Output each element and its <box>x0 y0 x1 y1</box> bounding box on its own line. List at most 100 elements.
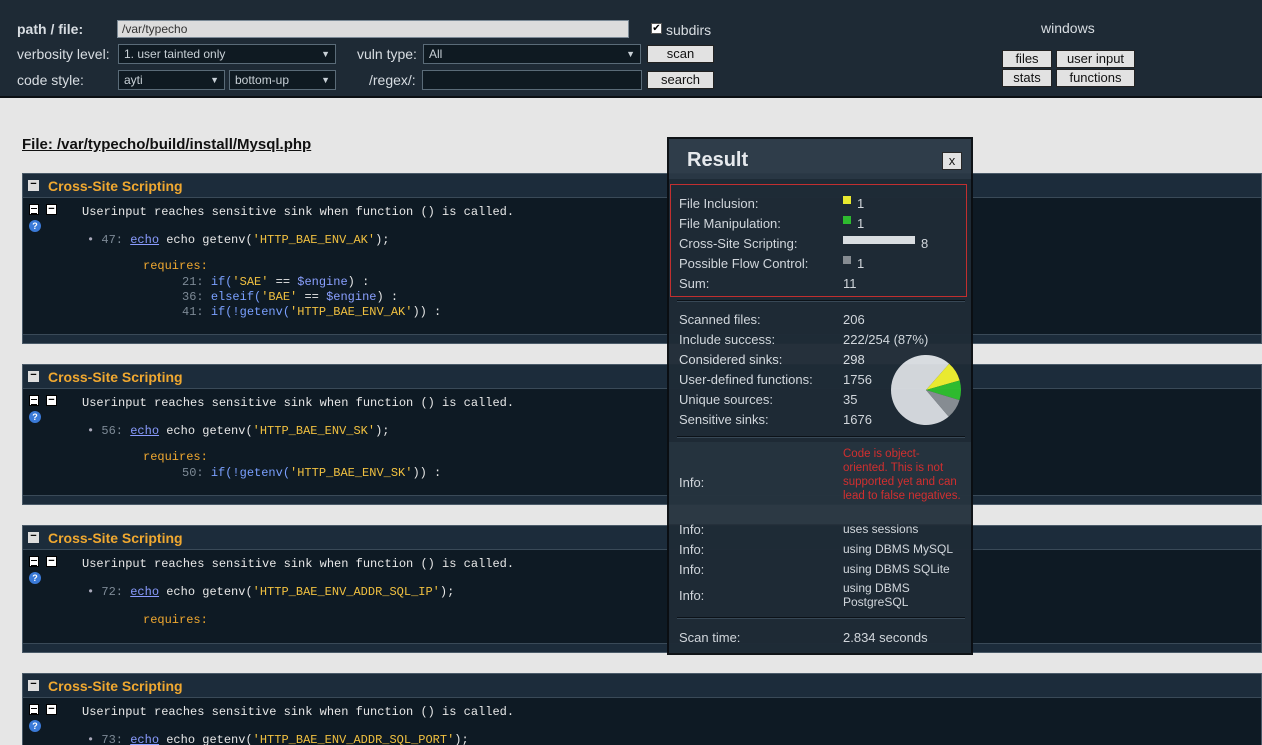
echo-link[interactable]: echo <box>130 585 159 599</box>
line-number: 73: <box>101 733 124 745</box>
minimize-icon[interactable]: − <box>46 556 57 567</box>
gray-swatch-icon <box>843 256 851 264</box>
divider <box>677 300 965 302</box>
line-number: 41: <box>182 305 204 319</box>
code-text: elseif( <box>210 290 262 304</box>
count-label: File Manipulation: <box>679 216 781 231</box>
minimize-icon[interactable]: − <box>46 204 57 215</box>
line-number: 47: <box>101 233 124 247</box>
path-input[interactable]: /var/typecho <box>117 20 629 38</box>
requires-line: 36: elseif('BAE' == $engine) : <box>182 290 398 304</box>
stats-button[interactable]: stats <box>1002 69 1052 87</box>
code-text: echo getenv( <box>159 424 253 438</box>
verbosity-value: 1. user tainted only <box>124 47 226 61</box>
document-icon[interactable] <box>29 395 39 406</box>
help-icon[interactable]: ? <box>29 572 41 584</box>
windows-label: windows <box>1041 20 1095 36</box>
vuln-pie-chart <box>891 355 961 425</box>
help-icon[interactable]: ? <box>29 411 41 423</box>
document-icon[interactable] <box>29 204 39 215</box>
code-string: 'HTTP_BAE_ENV_AK' <box>252 233 376 247</box>
count-label: Possible Flow Control: <box>679 256 809 271</box>
code-line: • 47: echo echo getenv('HTTP_BAE_ENV_AK'… <box>87 233 390 247</box>
order-select[interactable]: bottom-up ▼ <box>229 70 336 90</box>
count-value: 1 <box>857 196 865 211</box>
stat-label: Include success: <box>679 332 776 347</box>
toolbar: path / file: /var/typecho ✔ subdirs verb… <box>0 0 1262 98</box>
count-value: 1 <box>857 216 865 231</box>
chevron-down-icon: ▼ <box>321 75 330 85</box>
collapse-icon[interactable]: − <box>28 679 39 691</box>
close-button[interactable]: x <box>942 152 962 170</box>
info-value: using DBMS SQLite <box>843 562 950 576</box>
vuln-description: Userinput reaches sensitive sink when fu… <box>82 705 515 719</box>
info-warning-text: Code is object-oriented. This is not sup… <box>843 448 961 502</box>
green-swatch-icon <box>843 216 851 224</box>
info-value: using DBMS MySQL <box>843 542 954 556</box>
vuln-title[interactable]: Cross-Site Scripting <box>48 530 183 546</box>
echo-link[interactable]: echo <box>130 233 159 247</box>
functions-button[interactable]: functions <box>1056 69 1135 87</box>
regex-input[interactable] <box>422 70 642 90</box>
code-text: == <box>268 275 298 289</box>
collapse-icon[interactable]: − <box>28 179 39 191</box>
sum-value: 11 <box>843 276 857 291</box>
code-text: ); <box>439 585 455 599</box>
search-button[interactable]: search <box>647 71 714 89</box>
result-title: Result <box>687 149 749 171</box>
code-string: 'HTTP_BAE_ENV_AK' <box>290 305 413 319</box>
chevron-down-icon: ▼ <box>321 49 330 59</box>
scantime-value: 2.834 seconds <box>843 630 928 645</box>
collapse-icon[interactable]: − <box>28 531 39 543</box>
vuln-header: − Cross-Site Scripting <box>23 526 1261 550</box>
code-text: )) : <box>412 305 442 319</box>
stat-value: 1756 <box>843 372 872 387</box>
result-header[interactable]: Result x <box>669 139 971 179</box>
requires-line: 50: if(!getenv('HTTP_BAE_ENV_SK')) : <box>182 466 441 480</box>
line-number: 36: <box>182 290 204 304</box>
line-number: 21: <box>182 275 204 289</box>
stat-label: Unique sources: <box>679 392 773 407</box>
minimize-icon[interactable]: − <box>46 704 57 715</box>
vulntype-label: vuln type: <box>357 46 417 62</box>
code-string: 'HTTP_BAE_ENV_ADDR_SQL_IP' <box>252 585 440 599</box>
echo-link[interactable]: echo <box>130 733 159 745</box>
code-text: ) : <box>376 290 399 304</box>
vuln-header: − Cross-Site Scripting <box>23 365 1261 389</box>
files-button[interactable]: files <box>1002 50 1052 68</box>
result-window[interactable]: Result x File Inclusion: 1 File Manipula… <box>667 137 973 655</box>
verbosity-select[interactable]: 1. user tainted only ▼ <box>118 44 336 64</box>
requires-label: requires: <box>143 259 208 273</box>
vuln-title[interactable]: Cross-Site Scripting <box>48 369 183 385</box>
code-text: if( <box>210 275 233 289</box>
xss-bar <box>843 236 915 244</box>
info-label: Info: <box>679 475 705 490</box>
document-icon[interactable] <box>29 556 39 567</box>
vuln-header: − Cross-Site Scripting <box>23 174 1261 198</box>
echo-link[interactable]: echo <box>130 424 159 438</box>
user-input-button[interactable]: user input <box>1056 50 1135 68</box>
file-title[interactable]: File: /var/typecho/build/install/Mysql.p… <box>22 136 311 153</box>
vulntype-select[interactable]: All ▼ <box>423 44 641 64</box>
code-text: )) : <box>412 466 442 480</box>
stat-value: 222/254 (87%) <box>843 332 929 347</box>
stat-value: 1676 <box>843 412 872 427</box>
vuln-block: − Cross-Site Scripting − ? Userinput rea… <box>22 673 1262 745</box>
codestyle-select[interactable]: ayti ▼ <box>118 70 225 90</box>
sum-label: Sum: <box>679 276 710 291</box>
document-icon[interactable] <box>29 704 39 715</box>
divider <box>677 436 965 438</box>
code-text: if(!getenv( <box>210 305 291 319</box>
help-icon[interactable]: ? <box>29 220 41 232</box>
minimize-icon[interactable]: − <box>46 395 57 406</box>
code-text: ); <box>375 424 390 438</box>
requires-line: 41: if(!getenv('HTTP_BAE_ENV_AK')) : <box>182 305 441 319</box>
vuln-title[interactable]: Cross-Site Scripting <box>48 678 183 694</box>
help-icon[interactable]: ? <box>29 720 41 732</box>
subdirs-checkbox[interactable]: ✔ <box>651 23 662 34</box>
collapse-icon[interactable]: − <box>28 370 39 382</box>
vuln-footer <box>23 643 1261 652</box>
stat-label: User-defined functions: <box>679 372 813 387</box>
scan-button[interactable]: scan <box>647 45 714 63</box>
vuln-title[interactable]: Cross-Site Scripting <box>48 178 183 194</box>
